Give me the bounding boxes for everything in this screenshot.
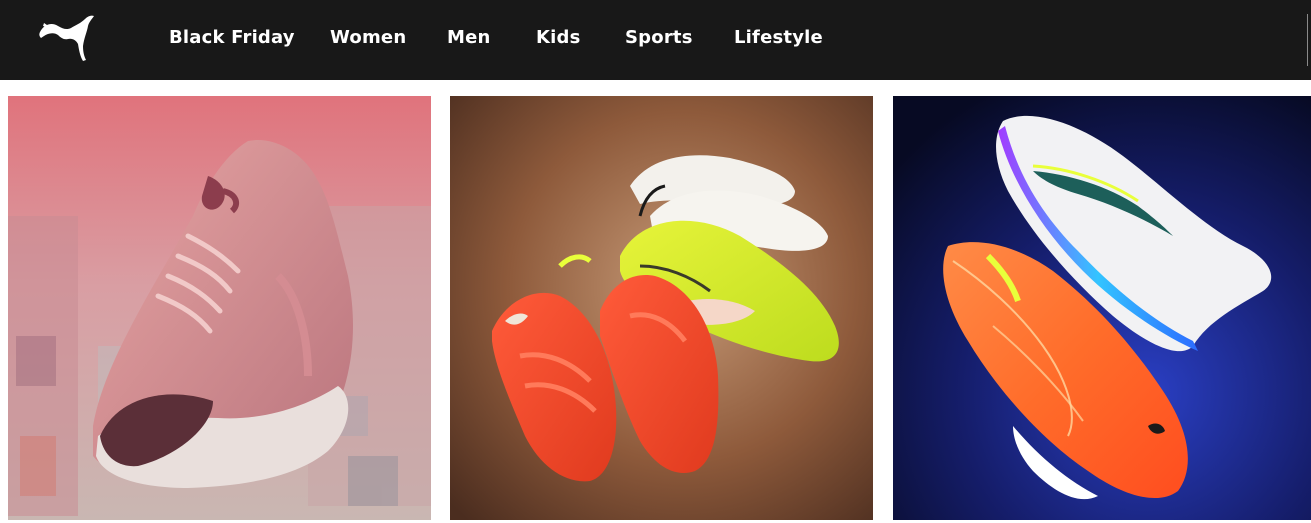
- nav-item-women[interactable]: Women: [330, 27, 406, 48]
- product-tile-indoor-court-shoes[interactable]: [893, 96, 1311, 520]
- top-navbar: Black Friday Women Men Kids Sports Lifes…: [0, 0, 1311, 80]
- search-box-edge[interactable]: [1307, 14, 1311, 66]
- nav-item-men[interactable]: Men: [447, 27, 491, 48]
- nav-item-sports[interactable]: Sports: [625, 27, 693, 48]
- puma-logo-icon[interactable]: [36, 14, 98, 64]
- nav-item-black-friday[interactable]: Black Friday: [169, 27, 295, 48]
- nav-item-lifestyle[interactable]: Lifestyle: [734, 27, 823, 48]
- product-tile-pink-running-shoe[interactable]: [8, 96, 431, 520]
- nav-item-kids[interactable]: Kids: [536, 27, 581, 48]
- pink-running-shoe-image: [8, 96, 431, 520]
- product-tile-football-boots[interactable]: [450, 96, 873, 520]
- football-boots-image: [450, 96, 873, 520]
- indoor-court-shoes-image: [893, 96, 1311, 520]
